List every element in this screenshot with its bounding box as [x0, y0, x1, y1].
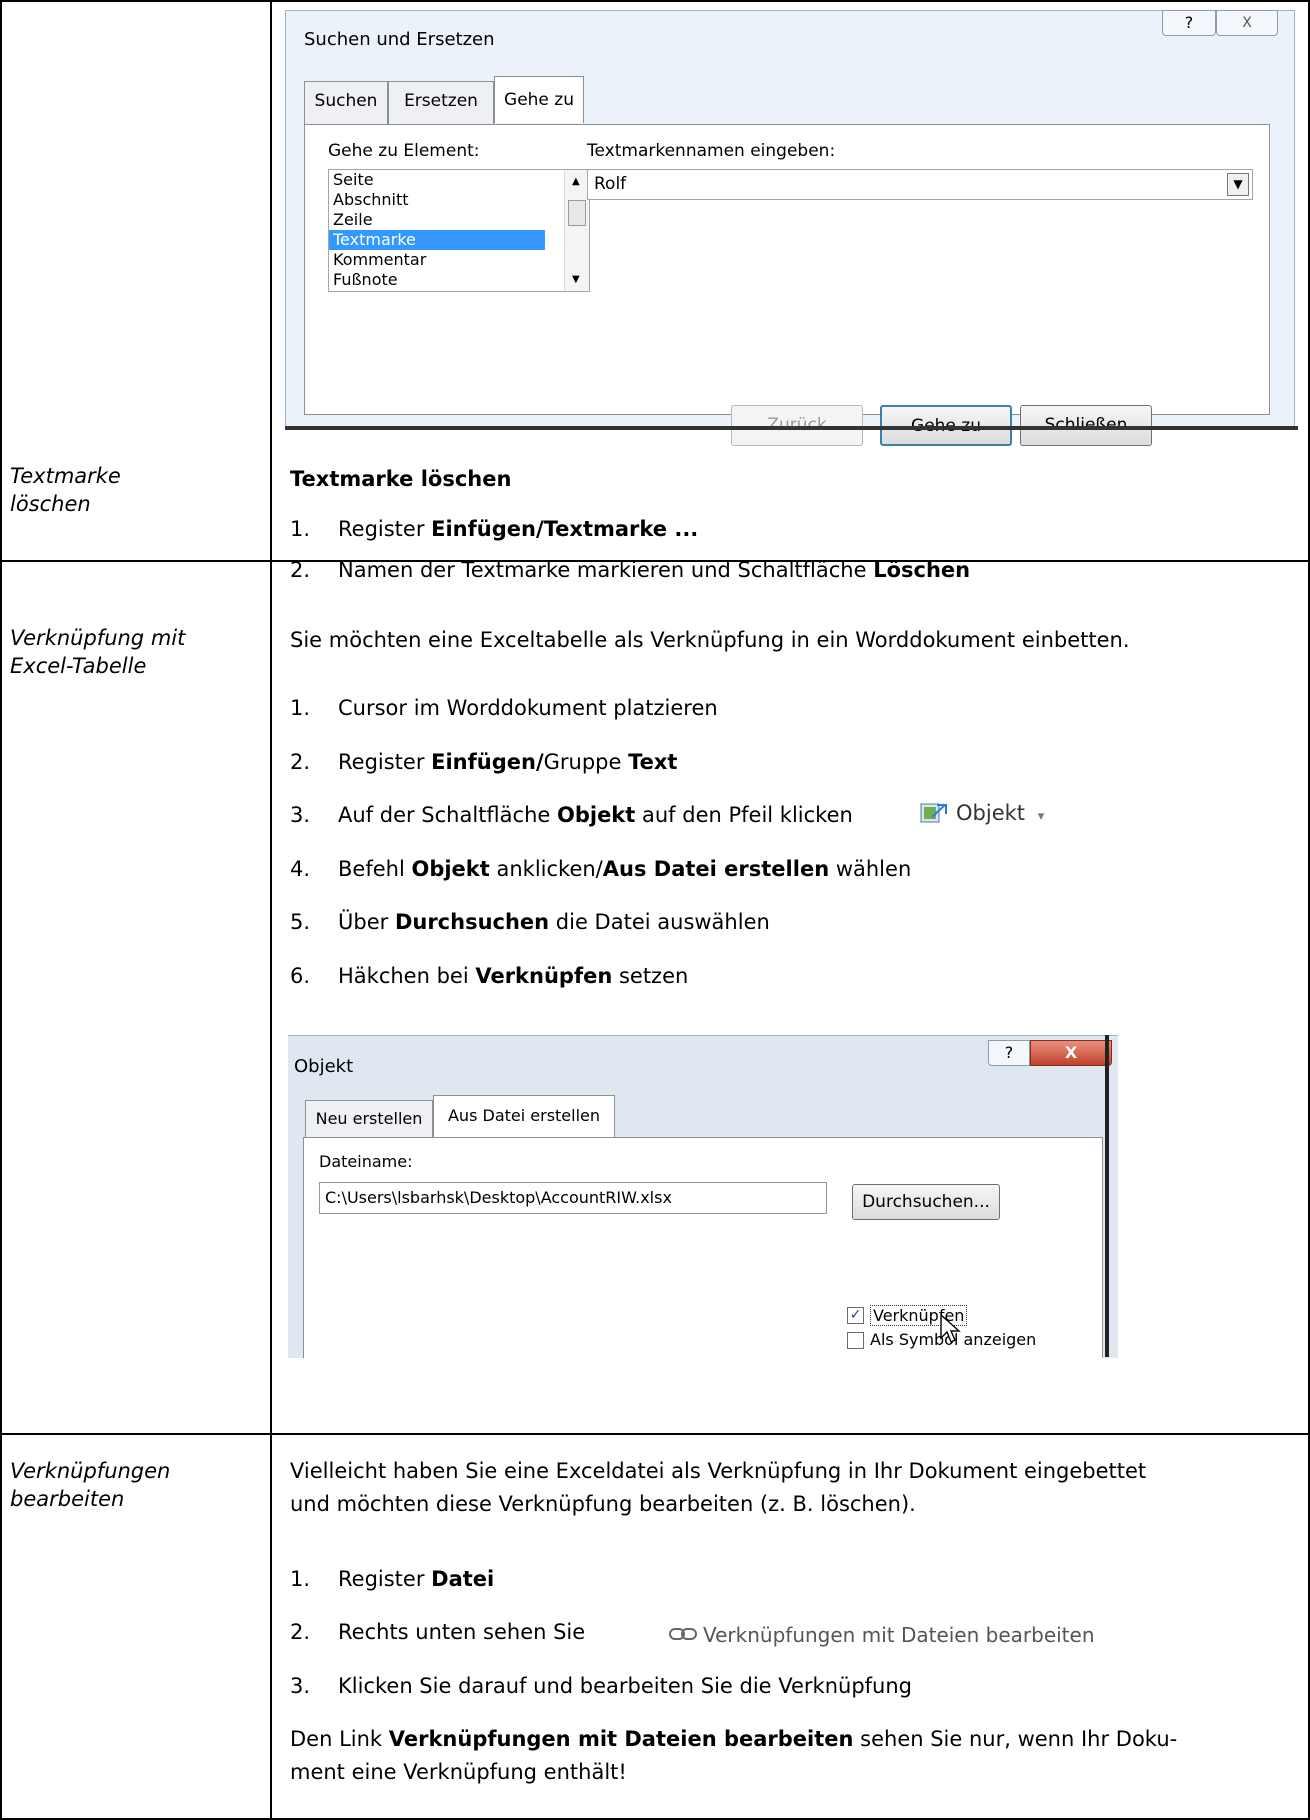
row-label-link: Verknüpfung mit Excel-Tabelle	[10, 626, 186, 678]
delete-step-1: Register Einfügen/Textmarke ...	[338, 517, 699, 541]
tab-ersetzen[interactable]: Ersetzen	[388, 81, 494, 125]
dialog-title: Suchen und Ersetzen	[304, 29, 495, 50]
tab-gehe-zu[interactable]: Gehe zu	[494, 76, 584, 123]
help-button[interactable]: ?	[988, 1040, 1030, 1066]
step-number: 2.	[290, 558, 311, 582]
filename-input[interactable]: C:\Users\lsbarhsk\Desktop\AccountRIW.xls…	[319, 1182, 827, 1214]
link-checkbox[interactable]: ✓	[847, 1307, 864, 1324]
table-border-top	[0, 0, 1310, 2]
object-button-label: Objekt	[956, 801, 1026, 825]
edit-step-3: Klicken Sie darauf und bearbeiten Sie di…	[338, 1674, 913, 1698]
link-intro: Sie möchten eine Exceltabelle als Verknü…	[290, 628, 1130, 652]
edit-note-2: ment eine Verknüpfung enthält!	[290, 1760, 627, 1784]
object-dialog: Objekt ? X Neu erstellen Aus Datei erste…	[288, 1035, 1118, 1358]
step-number: 2.	[290, 750, 311, 774]
delete-step-2: Namen der Textmarke markieren und Schalt…	[338, 558, 971, 582]
link-step-5: Über Durchsuchen die Datei auswählen	[338, 910, 770, 934]
filename-label: Dateiname:	[319, 1152, 413, 1171]
list-item[interactable]: Kommentar	[329, 250, 589, 270]
close-icon: X	[1064, 1043, 1078, 1062]
chevron-down-icon: ▾	[1037, 809, 1045, 824]
step-number: 1.	[290, 517, 311, 541]
edit-note-1: Den Link Verknüpfungen mit Dateien bearb…	[290, 1727, 1178, 1751]
link-step-1: Cursor im Worddokument platzieren	[338, 696, 718, 720]
edit-links-label: Verknüpfungen mit Dateien bearbeiten	[703, 1623, 1095, 1647]
list-item[interactable]: Fußnote	[329, 270, 589, 290]
dialog-right-edge	[1105, 1035, 1109, 1357]
step-number: 5.	[290, 910, 311, 934]
link-step-3: Auf der Schaltfläche Objekt auf den Pfei…	[338, 803, 853, 827]
help-button[interactable]: ?	[1162, 10, 1216, 36]
tab-new[interactable]: Neu erstellen	[305, 1100, 433, 1138]
list-item-selected[interactable]: Textmarke	[329, 230, 545, 250]
edit-step-2: Rechts unten sehen Sie	[338, 1620, 586, 1644]
from-file-panel: Dateiname: C:\Users\lsbarhsk\Desktop\Acc…	[303, 1137, 1103, 1358]
step-number: 1.	[290, 1567, 311, 1591]
icon-checkbox[interactable]	[847, 1332, 864, 1349]
close-button[interactable]: X	[1030, 1040, 1112, 1066]
list-scrollbar[interactable]: ▲ ▼	[564, 170, 589, 291]
step-number: 3.	[290, 1674, 311, 1698]
link-step-2: Register Einfügen/Gruppe Text	[338, 750, 678, 774]
table-border-left	[0, 0, 2, 1820]
bookmark-name-combo[interactable]: Rolf ▼	[587, 169, 1253, 200]
chevron-down-icon[interactable]: ▼	[1227, 173, 1249, 196]
list-item[interactable]: Abschnitt	[329, 190, 589, 210]
tab-suchen[interactable]: Suchen	[304, 81, 388, 125]
tab-from-file[interactable]: Aus Datei erstellen	[433, 1095, 615, 1138]
edit-links-button: Verknüpfungen mit Dateien bearbeiten	[665, 1620, 1095, 1650]
list-item[interactable]: Seite	[329, 170, 589, 190]
dialog-shadow	[285, 426, 1298, 430]
help-icon: ?	[1184, 13, 1194, 32]
scroll-thumb[interactable]	[568, 200, 586, 226]
list-item[interactable]: Zeile	[329, 210, 589, 230]
goto-element-list[interactable]: Seite Abschnitt Zeile Textmarke Kommenta…	[328, 169, 590, 292]
cursor-icon	[940, 1314, 961, 1343]
close-icon: X	[1242, 15, 1252, 31]
goto-panel: Gehe zu Element: Seite Abschnitt Zeile T…	[304, 124, 1270, 446]
edit-intro-1: Vielleicht haben Sie eine Exceldatei als…	[290, 1459, 1147, 1483]
bookmark-name-value: Rolf	[594, 174, 627, 194]
browse-button[interactable]: Durchsuchen...	[852, 1184, 1000, 1220]
object-icon	[920, 803, 947, 823]
link-step-6: Häkchen bei Verknüpfen setzen	[338, 964, 689, 988]
step-number: 6.	[290, 964, 311, 988]
step-number: 1.	[290, 696, 311, 720]
step-number: 4.	[290, 857, 311, 881]
delete-heading: Textmarke löschen	[290, 467, 512, 491]
row-label-delete: Textmarke löschen	[10, 464, 121, 516]
close-button[interactable]: X	[1216, 10, 1278, 36]
chain-link-icon	[669, 1628, 697, 1640]
link-step-4: Befehl Objekt anklicken/Aus Datei erstel…	[338, 857, 912, 881]
step-number: 2.	[290, 1620, 311, 1644]
object-button: Objekt ▾	[920, 796, 1044, 830]
goto-element-label: Gehe zu Element:	[328, 141, 480, 161]
find-replace-dialog: Suchen und Ersetzen ? X Suchen Ersetzen …	[285, 10, 1295, 446]
row-label-edit: Verknüpfungen bearbeiten	[10, 1459, 171, 1511]
bookmark-name-label: Textmarkennamen eingeben:	[587, 141, 836, 161]
step-number: 3.	[290, 803, 311, 827]
scroll-down-icon[interactable]: ▼	[572, 274, 580, 285]
table-column-divider	[270, 0, 272, 1820]
dialog-title: Objekt	[294, 1056, 354, 1077]
edit-intro-2: und möchten diese Verknüpfung bearbeiten…	[290, 1492, 916, 1516]
row-divider-2	[0, 1433, 1310, 1435]
help-icon: ?	[1004, 1043, 1014, 1062]
edit-step-1: Register Datei	[338, 1567, 495, 1591]
scroll-up-icon[interactable]: ▲	[572, 176, 580, 187]
